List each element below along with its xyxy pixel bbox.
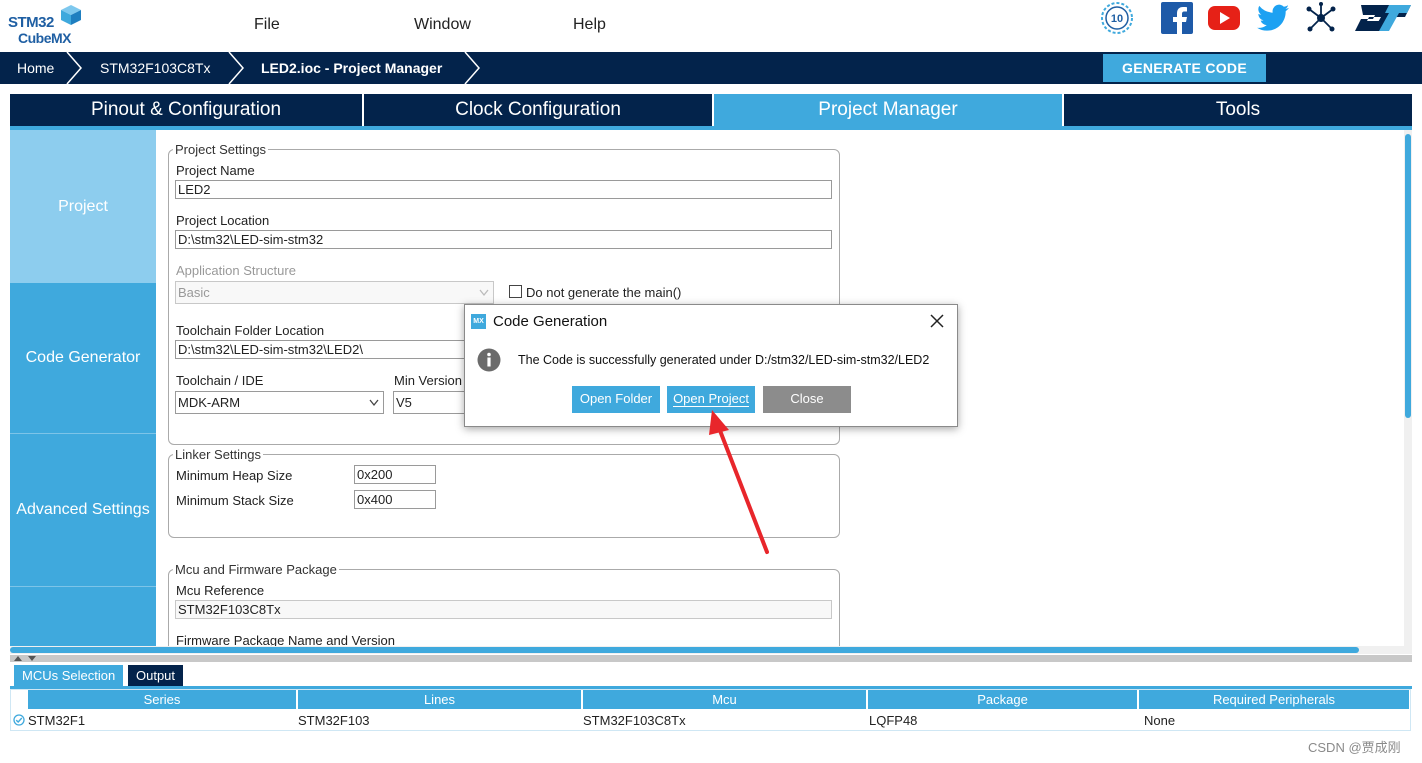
tab-mcus-selection[interactable]: MCUs Selection xyxy=(14,665,124,686)
info-icon xyxy=(477,348,501,372)
menu-window[interactable]: Window xyxy=(414,16,471,34)
application-structure-select: Basic xyxy=(175,281,494,304)
chevron-right-icon xyxy=(66,52,82,84)
panel-splitter[interactable] xyxy=(10,655,1412,662)
anniversary-badge-text: 10 xyxy=(1111,13,1123,25)
sidenav-item-advanced-settings[interactable]: Advanced Settings xyxy=(10,434,156,586)
firmware-package-label: Firmware Package Name and Version xyxy=(176,633,395,646)
application-structure-label: Application Structure xyxy=(176,263,296,278)
do-not-generate-main-checkbox[interactable] xyxy=(509,285,522,298)
main-tabs: Pinout & Configuration Clock Configurati… xyxy=(10,94,1412,126)
check-circle-icon xyxy=(13,714,25,726)
table-cell-lines[interactable]: STM32F103 xyxy=(298,711,370,730)
stm32cubemx-logo: STM32 CubeMX xyxy=(6,4,90,48)
toolchain-ide-select[interactable]: MDK-ARM xyxy=(175,391,384,414)
chevron-down-icon xyxy=(369,399,379,407)
open-folder-button[interactable]: Open Folder xyxy=(572,386,660,413)
toolchain-folder-label: Toolchain Folder Location xyxy=(176,323,325,338)
annotation-arrow-icon xyxy=(709,410,769,554)
table-cell-required-peripherals[interactable]: None xyxy=(1144,711,1175,730)
tab-pinout-configuration[interactable]: Pinout & Configuration xyxy=(10,94,362,126)
close-icon[interactable] xyxy=(927,311,947,331)
dialog-title: Code Generation xyxy=(493,313,608,330)
tab-clock-configuration[interactable]: Clock Configuration xyxy=(364,94,712,126)
project-location-input[interactable]: D:\stm32\LED-sim-stm32 xyxy=(175,230,832,249)
vertical-scrollbar-thumb[interactable] xyxy=(1405,134,1411,418)
breadcrumb-home[interactable]: Home xyxy=(17,52,54,84)
project-settings-legend: Project Settings xyxy=(173,142,269,157)
menu-file[interactable]: File xyxy=(254,16,280,34)
mcu-reference-input: STM32F103C8Tx xyxy=(175,600,832,619)
toolchain-ide-label: Toolchain / IDE xyxy=(176,373,264,388)
sidenav-item-project[interactable]: Project xyxy=(10,130,156,283)
cube-icon xyxy=(61,5,81,25)
generate-code-button[interactable]: GENERATE CODE xyxy=(1103,54,1266,82)
application-structure-value: Basic xyxy=(178,285,210,300)
table-header-lines: Lines xyxy=(298,690,581,709)
linker-settings-legend: Linker Settings xyxy=(173,447,263,462)
chevron-down-icon xyxy=(479,289,489,297)
project-name-label: Project Name xyxy=(176,163,255,178)
min-stack-label: Minimum Stack Size xyxy=(176,493,294,508)
project-manager-sidenav: Project Code Generator Advanced Settings xyxy=(10,130,156,646)
watermark: CSDN @贾成刚 xyxy=(1308,740,1401,755)
breadcrumb-mcu[interactable]: STM32F103C8Tx xyxy=(100,52,210,84)
sidenav-item-code-generator[interactable]: Code Generator xyxy=(10,283,156,433)
table-cell-series[interactable]: STM32F1 xyxy=(28,711,85,730)
top-header: STM32 CubeMX File Window Help 10 xyxy=(0,0,1422,52)
youtube-icon[interactable] xyxy=(1207,0,1241,36)
table-header-package: Package xyxy=(868,690,1137,709)
network-share-icon[interactable] xyxy=(1304,0,1338,36)
horizontal-scrollbar-thumb[interactable] xyxy=(10,647,1359,653)
sidenav-divider xyxy=(10,586,156,587)
logo-text-stm32: STM32 xyxy=(8,14,54,31)
toolchain-ide-value: MDK-ARM xyxy=(178,395,241,410)
min-version-label: Min Version xyxy=(394,373,462,388)
anniversary-10-icon[interactable]: 10 xyxy=(1100,0,1134,36)
mcu-firmware-legend: Mcu and Firmware Package xyxy=(173,562,339,577)
facebook-icon[interactable] xyxy=(1160,0,1194,36)
do-not-generate-main-label: Do not generate the main() xyxy=(526,285,682,300)
project-location-label: Project Location xyxy=(176,213,270,228)
chevron-right-icon xyxy=(228,52,244,84)
breadcrumb-project[interactable]: LED2.ioc - Project Manager xyxy=(261,52,442,84)
mcu-reference-label: Mcu Reference xyxy=(176,583,265,598)
collapse-arrows-icon[interactable] xyxy=(12,655,44,662)
chevron-right-icon xyxy=(464,52,480,84)
table-cell-mcu[interactable]: STM32F103C8Tx xyxy=(583,711,686,730)
twitter-icon[interactable] xyxy=(1256,0,1290,36)
st-logo-icon[interactable] xyxy=(1352,0,1414,36)
tab-output[interactable]: Output xyxy=(128,665,184,686)
table-header-required-peripherals: Required Peripherals xyxy=(1139,690,1409,709)
min-heap-input[interactable]: 0x200 xyxy=(354,465,436,484)
table-header-mcu: Mcu xyxy=(583,690,866,709)
min-stack-input[interactable]: 0x400 xyxy=(354,490,436,509)
min-heap-label: Minimum Heap Size xyxy=(176,468,293,483)
mx-app-icon: MX xyxy=(471,314,486,329)
table-header-series: Series xyxy=(28,690,296,709)
logo-text-cubemx: CubeMX xyxy=(18,30,72,46)
project-name-input[interactable]: LED2 xyxy=(175,180,832,199)
tab-project-manager[interactable]: Project Manager xyxy=(714,94,1062,126)
table-cell-package[interactable]: LQFP48 xyxy=(869,711,917,730)
tab-tools[interactable]: Tools xyxy=(1064,94,1412,126)
menu-help[interactable]: Help xyxy=(573,16,606,34)
dialog-message: The Code is successfully generated under… xyxy=(518,353,930,367)
